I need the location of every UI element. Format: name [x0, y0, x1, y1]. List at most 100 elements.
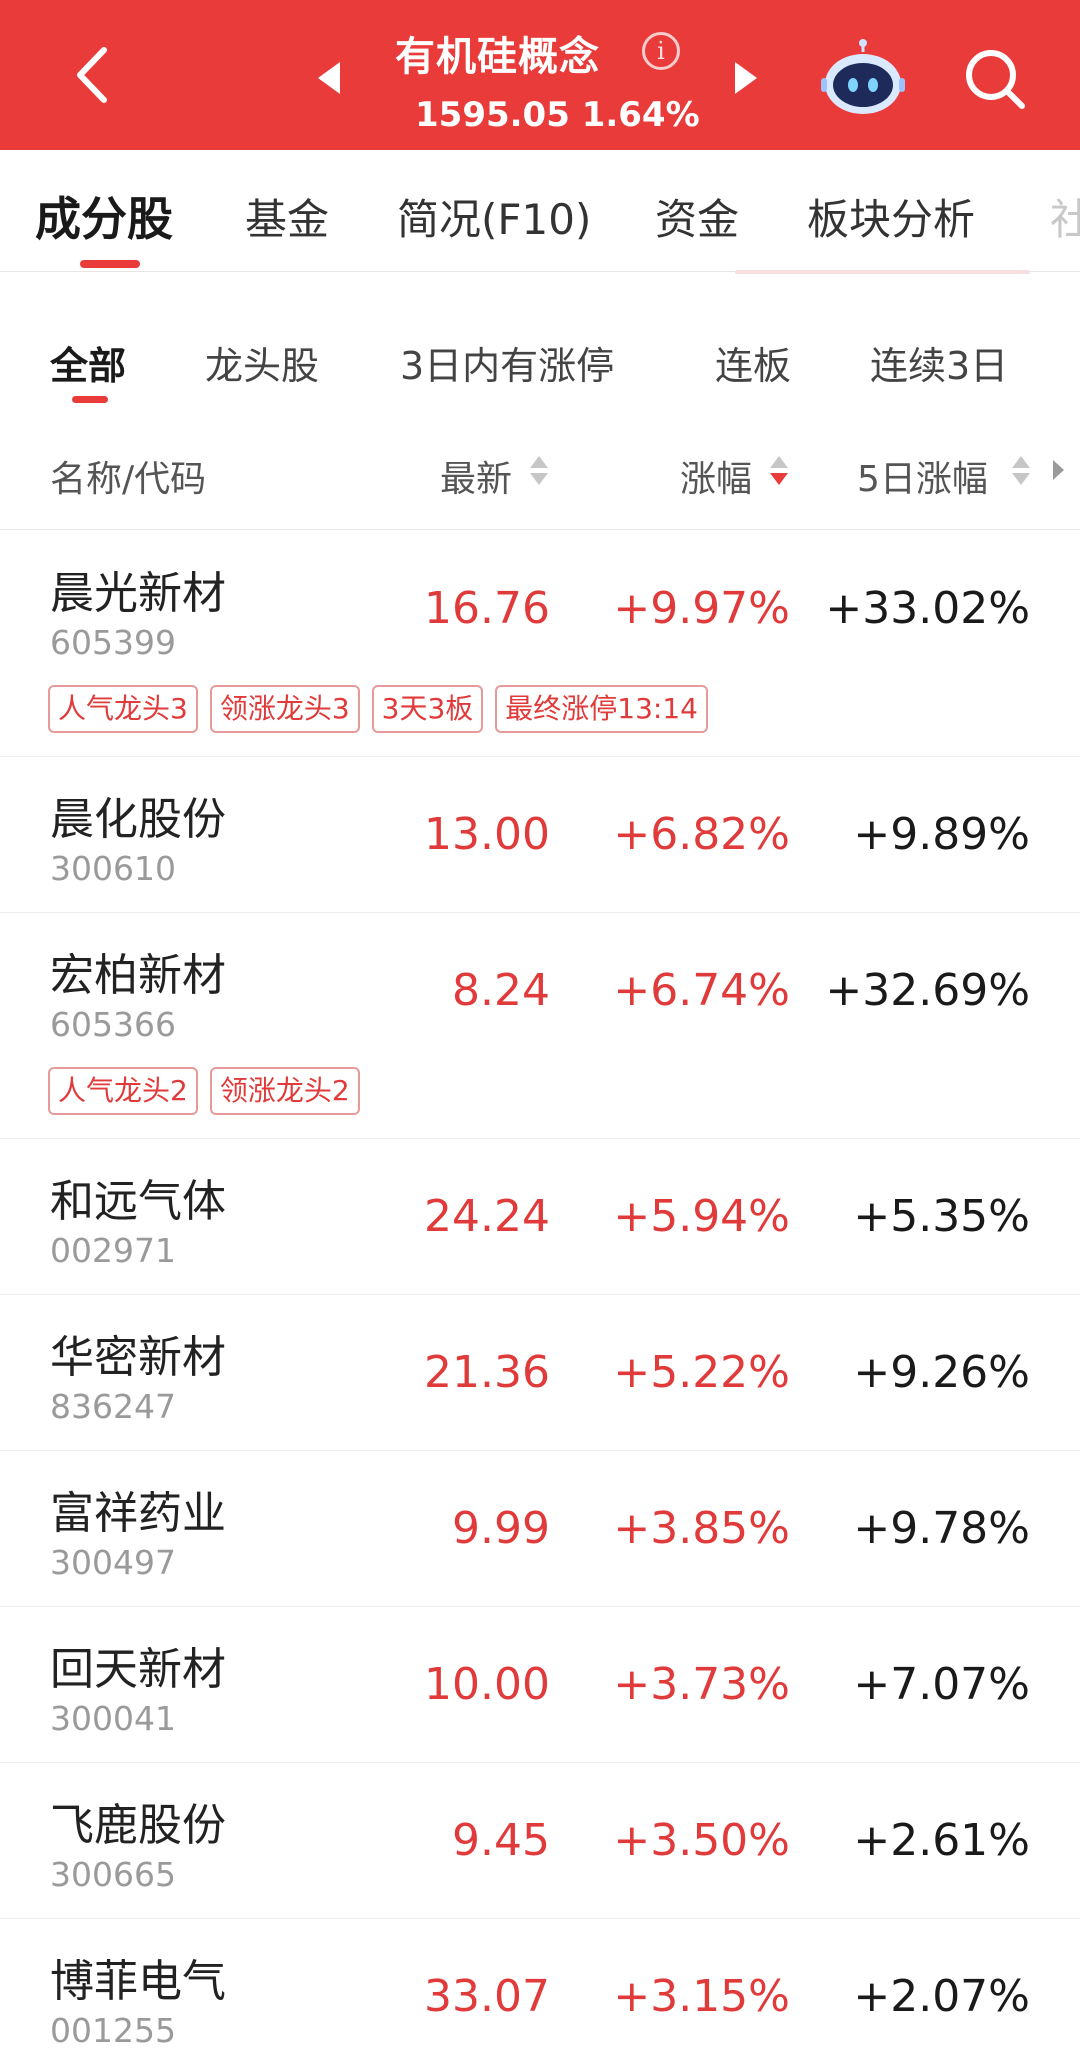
top-header: 有机硅概念 i 1595.05 1.64%	[0, 0, 1080, 150]
column-change-5d[interactable]: 5日涨幅	[857, 450, 988, 502]
stock-price: 21.36	[424, 1347, 550, 1398]
table-row[interactable]: 晨光新材 605399 16.76 +9.97% +33.02% 人气龙头3 领…	[0, 531, 1080, 757]
stock-change-5d: +9.78%	[853, 1503, 1030, 1554]
stock-change: +3.85%	[613, 1503, 790, 1554]
stock-change: +9.97%	[613, 583, 790, 634]
stock-change-5d: +7.07%	[853, 1659, 1030, 1710]
stock-change-5d: +9.26%	[853, 1347, 1030, 1398]
stock-change: +6.82%	[613, 809, 790, 860]
stock-code: 300665	[50, 1855, 176, 1894]
stock-code: 002971	[50, 1231, 176, 1270]
stock-change-5d: +32.69%	[825, 965, 1030, 1016]
stock-code: 300610	[50, 849, 176, 888]
stock-code: 605366	[50, 1005, 176, 1044]
active-tab-indicator	[80, 260, 140, 268]
sector-title[interactable]: 有机硅概念	[395, 24, 600, 82]
robot-icon[interactable]	[818, 38, 908, 118]
chevron-left-icon	[77, 47, 107, 103]
column-name: 名称/代码	[50, 459, 207, 500]
stock-list: 晨光新材 605399 16.76 +9.97% +33.02% 人气龙头3 领…	[0, 531, 1080, 2070]
stock-name: 富祥药业	[50, 1488, 226, 1539]
tag-badge: 人气龙头3	[48, 685, 198, 733]
tab-constituents[interactable]: 成分股	[35, 183, 173, 249]
filter-limit-up-3d[interactable]: 3日内有涨停	[400, 335, 614, 390]
tag-badge: 领涨龙头2	[209, 1067, 360, 1115]
stock-price: 13.00	[424, 809, 550, 860]
index-change: 1.64%	[581, 95, 700, 135]
stock-name: 博菲电气	[50, 1956, 226, 2007]
stock-change: +5.94%	[613, 1191, 790, 1242]
tag-badge: 领涨龙头3	[209, 685, 360, 733]
stock-price: 8.24	[452, 965, 550, 1016]
stock-name: 晨光新材	[50, 568, 226, 619]
stock-change: +3.73%	[613, 1659, 790, 1710]
stock-change: +6.74%	[613, 965, 790, 1016]
info-icon[interactable]: i	[642, 32, 680, 70]
main-tab-bar: 成分股 基金 简况(F10) 资金 板块分析 社	[0, 150, 1080, 274]
stock-price: 10.00	[424, 1659, 550, 1710]
stock-price: 24.24	[424, 1191, 550, 1242]
tag-badge: 最终涨停13:14	[495, 685, 708, 733]
table-header: 名称/代码 最新 涨幅 5日涨幅	[0, 430, 1080, 530]
tab-capital[interactable]: 资金	[655, 186, 739, 247]
tag-list: 人气龙头2 领涨龙头2	[48, 1067, 360, 1117]
stock-price: 9.99	[452, 1503, 550, 1554]
table-row[interactable]: 晨化股份 300610 13.00 +6.82% +9.89%	[0, 757, 1080, 913]
table-row[interactable]: 富祥药业 300497 9.99 +3.85% +9.78%	[0, 1451, 1080, 1607]
table-row[interactable]: 飞鹿股份 300665 9.45 +3.50% +2.61%	[0, 1763, 1080, 1919]
filter-all[interactable]: 全部	[50, 335, 126, 390]
index-value: 1595.05	[415, 95, 570, 135]
stock-code: 300497	[50, 1543, 176, 1582]
sector-quote: 1595.05 1.64%	[415, 95, 700, 135]
tag-badge: 人气龙头2	[48, 1067, 198, 1115]
table-row[interactable]: 和远气体 002971 24.24 +5.94% +5.35%	[0, 1139, 1080, 1295]
back-button[interactable]	[60, 40, 130, 110]
table-row[interactable]: 宏柏新材 605366 8.24 +6.74% +32.69% 人气龙头2 领涨…	[0, 913, 1080, 1139]
tag-list: 人气龙头3 领涨龙头3 3天3板 最终涨停13:14	[48, 685, 708, 735]
search-icon[interactable]	[960, 44, 1030, 114]
stock-change: +3.15%	[613, 1971, 790, 2022]
stock-price: 16.76	[424, 583, 550, 634]
stock-price: 9.45	[452, 1815, 550, 1866]
stock-change: +5.22%	[613, 1347, 790, 1398]
stock-name: 飞鹿股份	[50, 1800, 226, 1851]
stock-change-5d: +2.07%	[853, 1971, 1030, 2022]
prev-sector-button[interactable]	[318, 62, 340, 94]
filter-tab-bar: 全部 龙头股 3日内有涨停 连板 连续3日	[0, 300, 1080, 403]
table-row[interactable]: 博菲电气 001255 33.07 +3.15% +2.07%	[0, 1919, 1080, 2070]
filter-consecutive[interactable]: 连板	[715, 335, 791, 390]
tab-community[interactable]: 社	[1050, 186, 1080, 247]
stock-change-5d: +5.35%	[853, 1191, 1030, 1242]
stock-change: +3.50%	[613, 1815, 790, 1866]
tag-badge: 3天3板	[371, 685, 484, 733]
table-row[interactable]: 华密新材 836247 21.36 +5.22% +9.26%	[0, 1295, 1080, 1451]
stock-price: 33.07	[424, 1971, 550, 2022]
sort-arrows-icon[interactable]	[1010, 456, 1030, 492]
more-columns-arrow-icon[interactable]	[1053, 460, 1064, 480]
stock-name: 宏柏新材	[50, 950, 226, 1001]
stock-code: 001255	[50, 2011, 176, 2050]
column-change[interactable]: 涨幅	[680, 450, 752, 502]
stock-code: 300041	[50, 1699, 176, 1738]
tab-sector-analysis[interactable]: 板块分析	[807, 186, 975, 247]
sort-arrows-icon[interactable]	[768, 456, 788, 492]
next-sector-button[interactable]	[735, 62, 757, 94]
filter-leaders[interactable]: 龙头股	[205, 335, 319, 390]
tab-overview-f10[interactable]: 简况(F10)	[397, 186, 591, 247]
table-row[interactable]: 回天新材 300041 10.00 +3.73% +7.07%	[0, 1607, 1080, 1763]
stock-name: 回天新材	[50, 1644, 226, 1695]
stock-change-5d: +2.61%	[853, 1815, 1030, 1866]
tab-funds[interactable]: 基金	[245, 186, 329, 247]
filter-3-days[interactable]: 连续3日	[870, 335, 1008, 390]
stock-change-5d: +33.02%	[825, 583, 1030, 634]
stock-name: 华密新材	[50, 1332, 226, 1383]
sort-arrows-icon[interactable]	[528, 456, 548, 492]
tab-scroll-shadow	[735, 270, 1030, 274]
stock-code: 836247	[50, 1387, 176, 1426]
stock-code: 605399	[50, 623, 176, 662]
stock-name: 晨化股份	[50, 794, 226, 845]
stock-change-5d: +9.89%	[853, 809, 1030, 860]
filter-indicator	[72, 396, 108, 403]
column-price[interactable]: 最新	[440, 450, 512, 502]
stock-name: 和远气体	[50, 1176, 226, 1227]
